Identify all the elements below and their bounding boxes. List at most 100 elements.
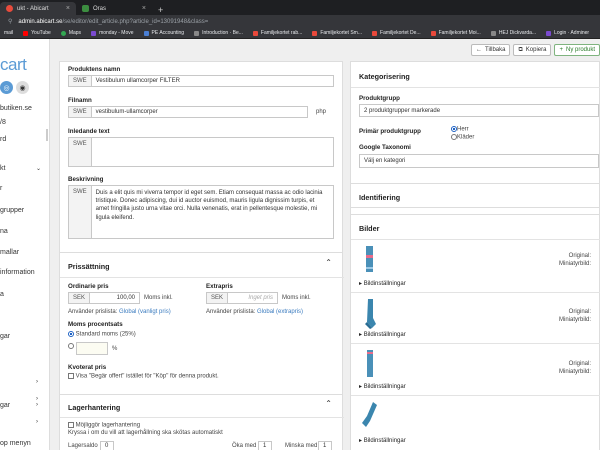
product-name-label: Produktens namn bbox=[68, 66, 121, 73]
filename-input[interactable]: vestibulum-ullamcorper bbox=[92, 107, 307, 117]
sidebar-item[interactable]: r bbox=[0, 185, 2, 192]
product-name-field[interactable]: SWE Vestibulum ullamcorper FILTER bbox=[68, 75, 334, 87]
sidebar-item-products[interactable]: kt bbox=[0, 165, 5, 172]
increase-input[interactable]: 1 bbox=[258, 441, 272, 450]
primary-group-option-klader[interactable]: Kläder bbox=[451, 134, 474, 141]
new-tab-icon[interactable]: + bbox=[152, 5, 169, 15]
bookmark[interactable]: HEJ Dickvarda... bbox=[490, 30, 536, 36]
bookmark-youtube[interactable]: YouTube bbox=[23, 30, 51, 36]
quoted-price-label: Kvoterat pris bbox=[68, 364, 107, 371]
youtube-icon bbox=[23, 30, 29, 36]
product-image-sock[interactable] bbox=[361, 349, 379, 381]
image-settings-toggle[interactable]: ▸ Bildinställningar bbox=[359, 280, 406, 287]
chevron-right-icon[interactable]: › bbox=[36, 379, 38, 385]
intro-text-label: Inledande text bbox=[68, 128, 110, 135]
tab-label: ukt - Abicart bbox=[17, 5, 49, 12]
extra-price-field[interactable]: SEK Inget pris bbox=[206, 292, 278, 304]
chevron-up-icon[interactable]: ⌃ bbox=[325, 399, 332, 408]
bookmark[interactable]: mail bbox=[4, 30, 13, 36]
sidebar-item-close-menu[interactable]: op menyn bbox=[0, 440, 31, 447]
site-info-icon[interactable]: ⚲ bbox=[8, 18, 12, 25]
bookmark[interactable]: Login · Adminer bbox=[546, 30, 589, 36]
back-button[interactable]: ← Tillbaka bbox=[471, 44, 511, 56]
close-tab-icon[interactable]: × bbox=[142, 5, 146, 12]
bookmark[interactable]: monday - Move bbox=[91, 30, 134, 36]
url-text[interactable]: admin.abicart.se/se/editor/edit_article.… bbox=[18, 19, 208, 25]
product-name-input[interactable]: Vestibulum ullamcorper FILTER bbox=[92, 76, 333, 86]
sidebar-item[interactable]: rd bbox=[0, 136, 6, 143]
language-prefix: SWE bbox=[69, 186, 92, 238]
bookmark-icon bbox=[372, 30, 378, 36]
sidebar-item[interactable]: a bbox=[0, 291, 4, 298]
image-settings-toggle[interactable]: ▸ Bildinställningar bbox=[359, 437, 406, 444]
divider bbox=[351, 292, 600, 293]
filename-field[interactable]: SWE vestibulum-ullamcorper bbox=[68, 106, 308, 118]
shop-name[interactable]: butiken.se bbox=[0, 105, 32, 112]
bookmark-maps[interactable]: Maps bbox=[60, 30, 81, 36]
extra-price-input[interactable]: Inget pris bbox=[228, 293, 277, 303]
ordinary-price-input[interactable]: 100,00 bbox=[90, 293, 139, 303]
sidebar-item[interactable]: /8 bbox=[0, 119, 6, 126]
bookmark[interactable]: Familjekortet Sm... bbox=[312, 30, 362, 36]
chevron-up-icon[interactable]: ⌃ bbox=[325, 258, 332, 267]
radio-unselected[interactable] bbox=[68, 343, 74, 349]
decrease-label: Minska med bbox=[285, 443, 318, 449]
vat-custom-option[interactable] bbox=[68, 343, 74, 350]
address-bar[interactable]: ⚲ admin.abicart.se/se/editor/edit_articl… bbox=[0, 15, 600, 28]
product-image-sock[interactable] bbox=[361, 245, 379, 277]
intro-text-field[interactable]: SWE bbox=[68, 137, 334, 167]
sidebar-item[interactable]: na bbox=[0, 228, 8, 235]
eye-icon[interactable]: ◉ bbox=[16, 81, 29, 94]
browser-tab-active[interactable]: ukt - Abicart × bbox=[0, 2, 76, 15]
product-image-sock[interactable] bbox=[361, 298, 379, 330]
google-taxonomy-label: Google Taxonomi bbox=[359, 144, 411, 151]
ordinary-price-field[interactable]: SEK 100,00 bbox=[68, 292, 140, 304]
bookmark[interactable]: Familjekortet rab... bbox=[252, 30, 302, 36]
image-settings-toggle[interactable]: ▸ Bildinställningar bbox=[359, 383, 406, 390]
intro-text-input[interactable] bbox=[92, 138, 333, 166]
image-settings-toggle[interactable]: ▸ Bildinställningar bbox=[359, 331, 406, 338]
enable-inventory-option[interactable]: Möjliggör lagerhantering bbox=[68, 422, 140, 429]
sidebar-item[interactable]: information bbox=[0, 269, 35, 276]
enable-inventory-checkbox[interactable] bbox=[68, 422, 74, 428]
google-taxonomy-select[interactable]: Välj en kategori bbox=[359, 154, 599, 168]
product-group-select[interactable]: 2 produktgrupper markerade bbox=[359, 104, 599, 117]
ordinary-pricelist-link[interactable]: Global (vanligt pris) bbox=[119, 309, 171, 315]
chevron-down-icon[interactable]: ⌄ bbox=[36, 165, 41, 172]
identification-card[interactable]: Identifiering bbox=[350, 183, 600, 208]
browser-tab[interactable]: Oras × bbox=[76, 2, 152, 15]
quoted-price-checkbox[interactable] bbox=[68, 373, 74, 379]
radio-selected[interactable] bbox=[68, 331, 74, 337]
sidebar-item[interactable]: grupper bbox=[0, 207, 24, 214]
description-field[interactable]: SWE Duis a elit quis mi viverra tempor i… bbox=[68, 185, 334, 239]
sidebar-item[interactable]: mallar bbox=[0, 249, 19, 256]
vat-standard-option[interactable]: Standard moms (25%) bbox=[68, 331, 136, 338]
image-size-info: Original: Miniatyrbild: bbox=[558, 361, 591, 375]
decrease-input[interactable]: 1 bbox=[318, 441, 332, 450]
description-input[interactable]: Duis a elit quis mi viverra tempor id eg… bbox=[92, 186, 333, 238]
ordinary-price-label: Ordinarie pris bbox=[68, 283, 109, 290]
shop-avatar-icon[interactable]: ◎ bbox=[0, 81, 13, 94]
sidebar-item[interactable]: gar bbox=[0, 402, 10, 409]
copy-button[interactable]: ⧉ Kopiera bbox=[513, 44, 552, 56]
main-content: ← Tillbaka ⧉ Kopiera + Ny produkt Produkten… bbox=[50, 39, 600, 450]
quoted-price-option[interactable]: Visa "Begär offert" istället för "Köp" f… bbox=[68, 373, 219, 380]
sidebar-item[interactable]: gar bbox=[0, 333, 10, 340]
bookmark[interactable]: Introduction · Be... bbox=[194, 30, 243, 36]
bookmark[interactable]: PE Accounting bbox=[143, 30, 184, 36]
abicart-favicon-icon bbox=[6, 5, 13, 12]
extra-pricelist-link[interactable]: Global (extrapris) bbox=[257, 309, 303, 315]
primary-group-option-herr[interactable]: Herr bbox=[451, 126, 469, 133]
adminer-icon bbox=[546, 30, 552, 36]
new-product-button[interactable]: + Ny produkt bbox=[554, 44, 600, 56]
bookmark[interactable]: Familjekortet Moi... bbox=[430, 30, 481, 36]
chevron-right-icon[interactable]: › bbox=[36, 402, 38, 408]
bookmark[interactable]: Familjekortet De... bbox=[372, 30, 421, 36]
stock-input[interactable]: 0 bbox=[100, 441, 114, 450]
chevron-right-icon[interactable]: › bbox=[36, 419, 38, 425]
product-image-sock[interactable] bbox=[361, 401, 379, 433]
close-tab-icon[interactable]: × bbox=[66, 5, 70, 12]
vat-custom-input[interactable] bbox=[76, 342, 108, 355]
filename-label: Filnamn bbox=[68, 97, 92, 104]
divider bbox=[351, 87, 600, 88]
